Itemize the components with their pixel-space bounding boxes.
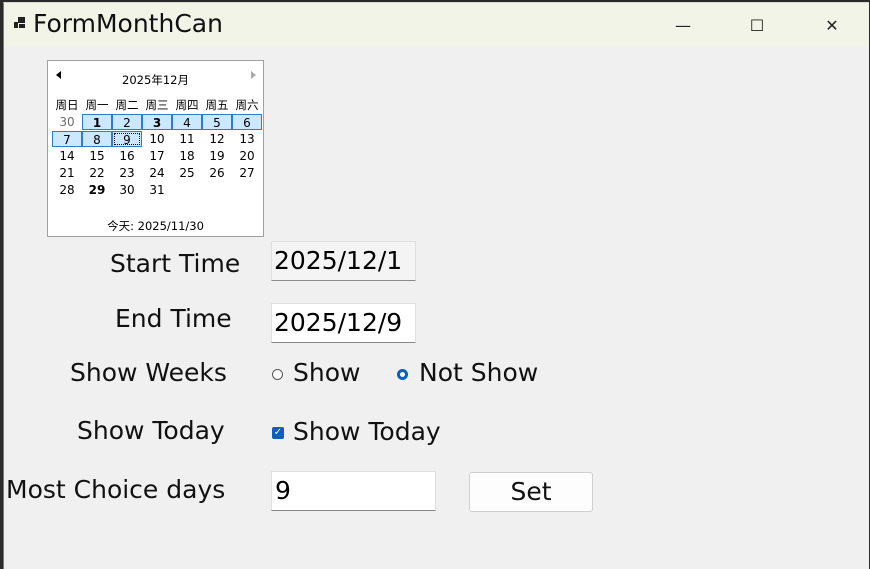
calendar-day[interactable]: 19 (202, 148, 232, 164)
calendar-day[interactable]: 23 (112, 165, 142, 181)
calendar-day[interactable]: 25 (172, 165, 202, 181)
calendar-day[interactable]: 8 (82, 131, 112, 147)
calendar-today-label[interactable]: 今天: 2025/11/30 (48, 218, 263, 234)
minimize-button[interactable]: — (645, 3, 721, 47)
most-choice-days-input[interactable]: 9 (271, 471, 436, 511)
calendar-day[interactable]: 16 (112, 148, 142, 164)
calendar-day[interactable]: 26 (202, 165, 232, 181)
calendar-day[interactable]: 29 (82, 182, 112, 198)
calendar-day[interactable]: 15 (82, 148, 112, 164)
calendar-day[interactable]: 22 (82, 165, 112, 181)
title-bar[interactable]: FormMonthCan — ☐ ✕ (4, 3, 869, 47)
calendar-day[interactable]: 24 (142, 165, 172, 181)
end-time-label: End Time (115, 304, 232, 333)
calendar-day[interactable]: 27 (232, 165, 262, 181)
calendar-day[interactable]: 2 (112, 114, 142, 130)
weekday-header: 周二 (115, 98, 139, 112)
start-time-label: Start Time (110, 249, 241, 278)
calendar-day[interactable]: 31 (142, 182, 172, 198)
calendar-day[interactable]: 30 (112, 182, 142, 198)
show-weeks-not-show-radio[interactable] (397, 369, 408, 380)
calendar-day[interactable]: 6 (232, 114, 262, 130)
calendar-day[interactable]: 21 (52, 165, 82, 181)
maximize-button[interactable]: ☐ (719, 3, 795, 47)
checkmark-icon: ✓ (273, 427, 283, 438)
calendar-day[interactable]: 1 (82, 114, 112, 130)
app-icon (14, 17, 26, 29)
calendar-day[interactable]: 12 (202, 131, 232, 147)
calendar-day[interactable]: 7 (52, 131, 82, 147)
weekday-header: 周六 (235, 98, 259, 112)
close-button[interactable]: ✕ (794, 3, 869, 47)
weekday-header: 周日 (55, 98, 79, 112)
weekday-header: 周五 (205, 98, 229, 112)
window-title: FormMonthCan (33, 9, 223, 38)
show-weeks-label: Show Weeks (70, 358, 227, 387)
show-today-label: Show Today (77, 416, 225, 445)
calendar-day[interactable]: 20 (232, 148, 262, 164)
show-today-checkbox[interactable]: ✓ (272, 427, 284, 439)
show-option-label[interactable]: Show (293, 358, 360, 387)
calendar-day[interactable]: 4 (172, 114, 202, 130)
calendar-day[interactable]: 9 (112, 131, 142, 147)
calendar-day[interactable]: 10 (142, 131, 172, 147)
calendar-day[interactable]: 5 (202, 114, 232, 130)
close-icon: ✕ (825, 15, 839, 35)
next-month-icon[interactable] (251, 71, 256, 79)
calendar-month-label[interactable]: 2025年12月 (48, 72, 263, 88)
calendar-day[interactable]: 14 (52, 148, 82, 164)
weekday-header: 周一 (85, 98, 109, 112)
most-choice-days-label: Most Choice days (6, 475, 226, 504)
calendar-day[interactable]: 18 (172, 148, 202, 164)
weekday-header: 周四 (175, 98, 199, 112)
set-button[interactable]: Set (469, 472, 593, 512)
calendar-day[interactable]: 17 (142, 148, 172, 164)
show-today-checkbox-label[interactable]: Show Today (293, 417, 441, 446)
show-weeks-show-radio[interactable] (272, 369, 283, 380)
calendar-day[interactable]: 11 (172, 131, 202, 147)
calendar-day[interactable]: 30 (52, 114, 82, 130)
maximize-icon: ☐ (749, 15, 765, 35)
calendar-day[interactable]: 28 (52, 182, 82, 198)
month-calendar[interactable]: 2025年12月 周日 周一 周二 周三 周四 周五 周六 30 1 2 3 4 5 6 7 8 9 10 11 12… (47, 60, 264, 237)
calendar-day[interactable]: 3 (142, 114, 172, 130)
end-time-field[interactable]: 2025/12/9 (271, 303, 416, 343)
start-time-field[interactable]: 2025/12/1 (271, 241, 416, 281)
weekday-header: 周三 (145, 98, 169, 112)
minimize-icon: — (675, 15, 691, 35)
calendar-day[interactable]: 13 (232, 131, 262, 147)
not-show-option-label[interactable]: Not Show (419, 358, 538, 387)
form-window: FormMonthCan — ☐ ✕ 2025年12月 周日 周一 周二 周三 周四 周五… (3, 2, 869, 569)
